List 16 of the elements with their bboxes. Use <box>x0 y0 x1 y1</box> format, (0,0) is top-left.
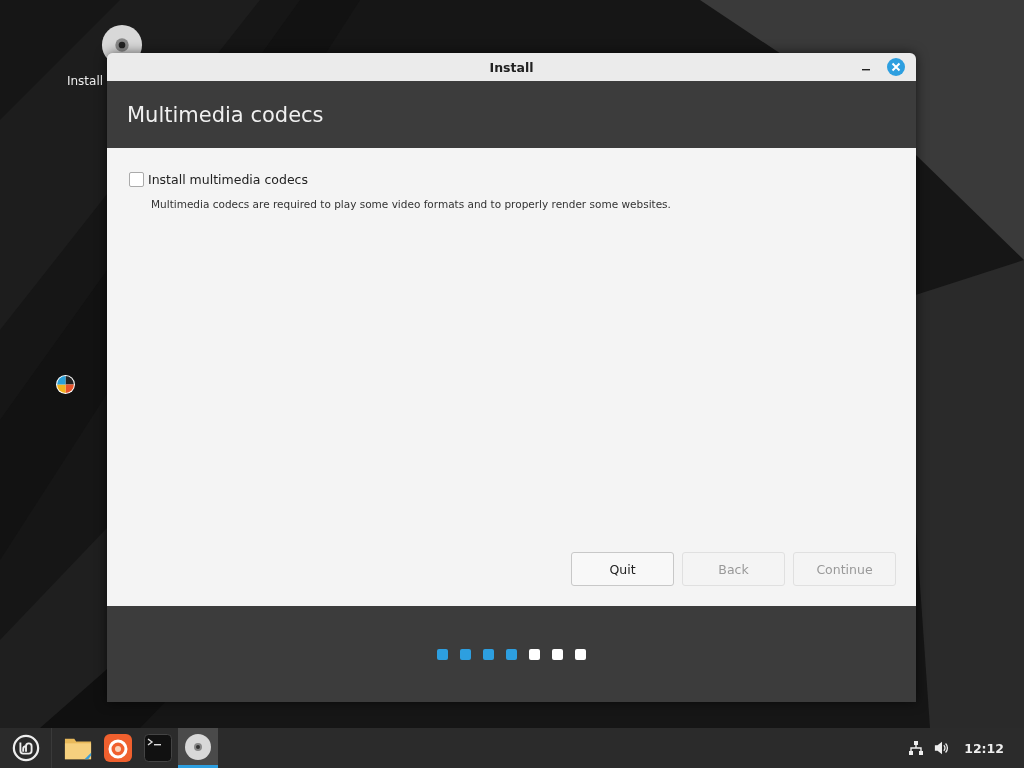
volume-icon[interactable] <box>934 740 951 756</box>
terminal-icon[interactable] <box>144 734 172 762</box>
description-text: Multimedia codecs are required to play some video formats and to properly render some websites. <box>151 198 672 210</box>
page-heading: Multimedia codecs <box>127 102 324 127</box>
close-icon[interactable] <box>887 58 905 76</box>
color-wheel-icon[interactable] <box>55 374 76 395</box>
checkbox-label[interactable]: Install multimedia codecs <box>148 172 308 187</box>
menu-icon[interactable] <box>11 734 40 762</box>
window-title: Install <box>489 59 534 75</box>
checkbox[interactable] <box>129 172 144 187</box>
quit-button[interactable]: Quit <box>571 552 674 586</box>
disc-icon[interactable] <box>184 732 212 761</box>
desktop-icon-label[interactable]: Install <box>66 74 104 88</box>
network-icon[interactable] <box>908 740 925 756</box>
clock[interactable]: 12:12 <box>964 740 1004 756</box>
browser-icon[interactable] <box>104 734 132 762</box>
